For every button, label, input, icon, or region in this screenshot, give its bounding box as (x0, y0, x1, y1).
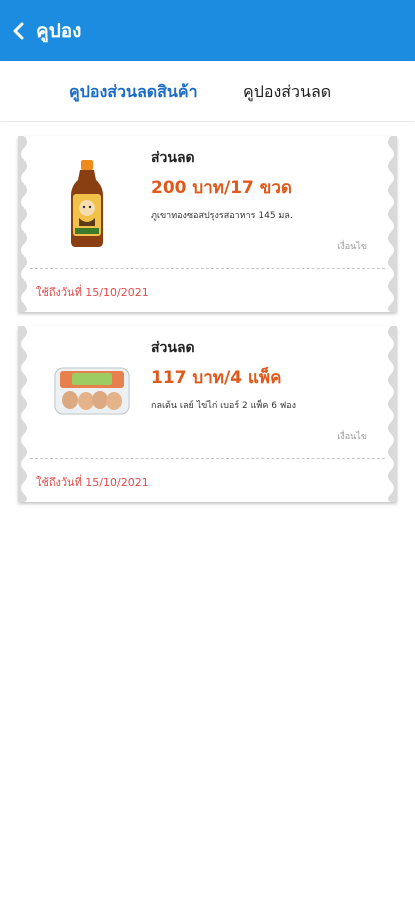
coupon-card[interactable]: ส่วนลด 117 บาท/4 แพ็ค กลเด้น เลย์ ไข่ไก่… (18, 326, 397, 502)
tab-product-coupons[interactable]: คูปองส่วนลดสินค้า (69, 80, 198, 105)
scalloped-edge-left (18, 326, 30, 502)
scalloped-edge-right (385, 136, 397, 312)
coupon-type-label: ส่วนลด (151, 340, 195, 356)
egg-pack-image (54, 367, 130, 415)
coupon-price: 117 บาท/4 แพ็ค (151, 368, 282, 388)
coupon-divider (30, 458, 385, 459)
coupon-type-label: ส่วนลด (151, 150, 195, 166)
coupon-tabs: คูปองส่วนลดสินค้า คูปองส่วนลด (0, 61, 415, 121)
coupon-divider (30, 268, 385, 269)
coupon-list: ส่วนลด 200 บาท/17 ขวด ภูเขาทองซอสปรุงรสอ… (0, 122, 415, 900)
coupon-conditions-link[interactable]: เงื่อนไข (337, 239, 367, 253)
coupon-description: ภูเขาทองซอสปรุงรสอาหาร 145 มล. (151, 211, 293, 221)
sauce-bottle-image (71, 160, 103, 247)
app-bar: คูปอง (0, 0, 415, 61)
coupon-card[interactable]: ส่วนลด 200 บาท/17 ขวด ภูเขาทองซอสปรุงรสอ… (18, 136, 397, 312)
coupon-description: กลเด้น เลย์ ไข่ไก่ เบอร์ 2 แพ็ค 6 ฟอง (151, 401, 296, 411)
coupon-expiry: ใช้ถึงวันที่ 15/10/2021 (36, 476, 149, 489)
scalloped-edge-right (385, 326, 397, 502)
coupon-price: 200 บาท/17 ขวด (151, 178, 292, 198)
scalloped-edge-left (18, 136, 30, 312)
back-button[interactable] (2, 0, 36, 61)
coupon-conditions-link[interactable]: เงื่อนไข (337, 429, 367, 443)
coupon-expiry: ใช้ถึงวันที่ 15/10/2021 (36, 286, 149, 299)
tab-discount-coupons[interactable]: คูปองส่วนลด (243, 80, 331, 105)
chevron-left-icon (13, 22, 24, 39)
page-title: คูปอง (36, 19, 82, 42)
